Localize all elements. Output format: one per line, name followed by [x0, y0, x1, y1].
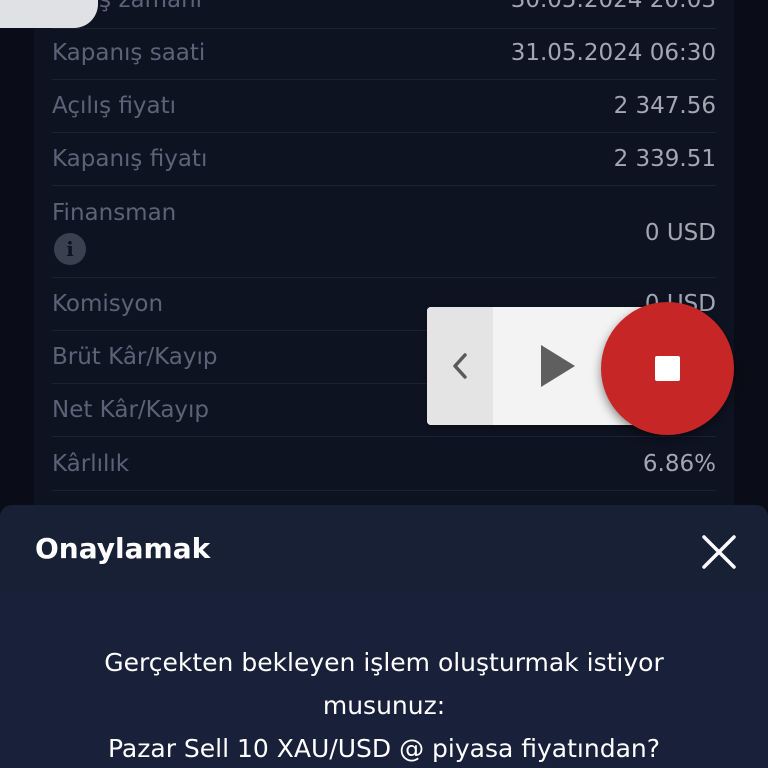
- detail-label: Brüt Kâr/Kayıp: [52, 344, 218, 370]
- detail-label: Net Kâr/Kayıp: [52, 397, 210, 423]
- recorder-collapse-button[interactable]: [427, 307, 493, 425]
- detail-row-close-time: Kapanış saati 31.05.2024 06:30: [52, 39, 716, 80]
- detail-row-close-price: Kapanış fiyatı 2 339.51: [52, 145, 716, 186]
- stop-recording-button[interactable]: [601, 302, 734, 435]
- detail-value: 2 339.51: [613, 146, 716, 172]
- detail-value: 2 347.56: [613, 93, 716, 119]
- detail-value: 0 USD: [644, 220, 716, 246]
- dialog-message-line: Pazar Sell 10 XAU/USD @ piyasa fiyatında…: [107, 734, 661, 763]
- detail-row-open-price: Açılış fiyatı 2 347.56: [52, 92, 716, 133]
- detail-label: Kapanış saati: [52, 40, 206, 66]
- dialog-message-line: Gerçekten bekleyen işlem oluşturmak isti…: [104, 648, 664, 677]
- detail-value: 31.05.2024 06:30: [510, 40, 716, 66]
- detail-label: Komisyon: [52, 291, 164, 317]
- dialog-body: Gerçekten bekleyen işlem oluşturmak isti…: [0, 591, 768, 768]
- screen: Açılış zamanı 30.05.2024 20:03 Kapanış s…: [0, 0, 768, 768]
- detail-label: Finansman: [52, 200, 177, 226]
- detail-label: Açılış fiyatı: [52, 93, 177, 119]
- info-icon[interactable]: i: [54, 233, 86, 265]
- dialog-header: Onaylamak: [0, 505, 768, 591]
- detail-row-open-time: Açılış zamanı 30.05.2024 20:03: [52, 0, 716, 29]
- play-icon[interactable]: [537, 343, 577, 389]
- detail-row-financing: Finansman i 0 USD: [52, 199, 716, 278]
- detail-value: 6.86%: [642, 451, 716, 477]
- close-icon[interactable]: [696, 529, 742, 575]
- chevron-left-icon: [453, 353, 467, 379]
- detail-value: 30.05.2024 20:03: [510, 0, 716, 13]
- dialog-message-line: musunuz:: [322, 691, 446, 720]
- detail-label: Kapanış fiyatı: [52, 146, 208, 172]
- detail-row-profitability: Kârlılık 6.86%: [52, 450, 716, 491]
- detail-label: Kârlılık: [52, 451, 130, 477]
- stop-icon: [655, 356, 680, 381]
- confirm-dialog: Onaylamak Gerçekten bekleyen işlem oluşt…: [0, 505, 768, 768]
- back-button[interactable]: [0, 0, 98, 28]
- dialog-title: Onaylamak: [35, 532, 211, 565]
